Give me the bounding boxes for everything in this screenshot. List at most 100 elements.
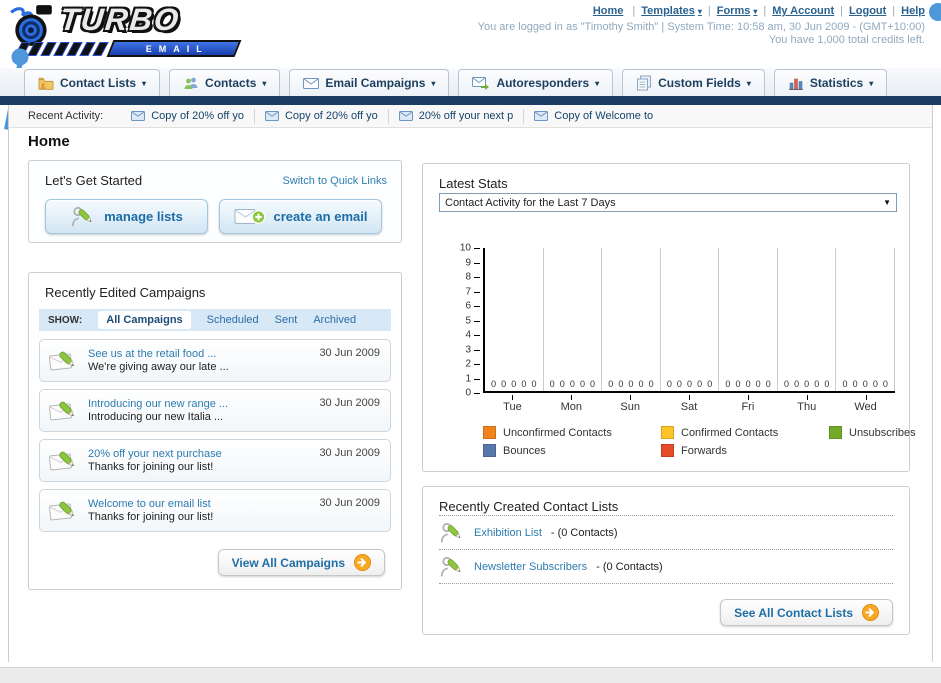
filter-all-campaigns[interactable]: All Campaigns bbox=[98, 311, 191, 329]
header-link-templates[interactable]: Templates ▾ bbox=[641, 5, 702, 17]
header-link-my-account[interactable]: My Account bbox=[772, 5, 834, 17]
campaign-list: See us at the retail food ... We're givi… bbox=[39, 339, 391, 539]
bar-value-label: 0 bbox=[735, 379, 741, 389]
turbo-email-dashboard: TURBO EMAIL Home | Templates ▾ | Forms ▾ |… bbox=[0, 0, 941, 683]
filter-sent[interactable]: Sent bbox=[275, 314, 298, 326]
y-tick-mark bbox=[474, 349, 480, 351]
x-tick-label: Tue bbox=[483, 395, 542, 413]
nav-tab-email-campaigns[interactable]: Email Campaigns ▾ bbox=[289, 69, 450, 96]
campaign-date: 30 Jun 2009 bbox=[319, 347, 380, 359]
annotation-bubble-right bbox=[929, 3, 941, 21]
chart-day-group: 00000 bbox=[544, 248, 603, 391]
bar-value-label: 0 bbox=[511, 379, 517, 389]
contact-activity-chart: 0 1 2 3 4 5 6 7 8 9 10 000000000000000000000000000… bbox=[439, 240, 897, 420]
see-all-contact-lists-button[interactable]: See All Contact Lists bbox=[720, 599, 893, 626]
chart-day-group: 00000 bbox=[778, 248, 837, 391]
legend-label: Confirmed Contacts bbox=[681, 426, 779, 439]
header-link-help[interactable]: Help bbox=[901, 5, 925, 17]
bar-value-label: 0 bbox=[794, 379, 800, 389]
credits-text: You have 1,000 total credits left. bbox=[768, 34, 925, 46]
logo-subtitle: EMAIL bbox=[145, 43, 209, 54]
x-tick-label: Thu bbox=[777, 395, 836, 413]
recent-activity-item[interactable]: 20% off your next p bbox=[389, 108, 525, 124]
stats-report-dropdown[interactable]: Contact Activity for the Last 7 Days ▼ bbox=[439, 193, 897, 212]
recent-activity-item[interactable]: Copy of 20% off yo bbox=[255, 108, 389, 124]
contact-list-link[interactable]: Newsletter Subscribers bbox=[474, 561, 587, 573]
chart-plot: 00000000000000000000000000000000000 bbox=[483, 248, 896, 393]
bar-value-label: 0 bbox=[872, 379, 878, 389]
manage-lists-button[interactable]: manage lists bbox=[45, 199, 208, 234]
y-tick-mark bbox=[474, 306, 480, 307]
x-tick-label: Wed bbox=[836, 395, 895, 413]
bar-value-label: 0 bbox=[783, 379, 789, 389]
create-email-button[interactable]: create an email bbox=[219, 199, 382, 234]
bar-value-label: 0 bbox=[676, 379, 682, 389]
login-status-text: You are logged in as "Timothy Smith" | S… bbox=[477, 21, 925, 33]
contacts-icon bbox=[183, 76, 199, 90]
footer-band bbox=[0, 667, 941, 683]
legend-label: Forwards bbox=[681, 444, 727, 457]
bar-value-label: 0 bbox=[745, 379, 751, 389]
x-tick-label: Sat bbox=[660, 395, 719, 413]
recent-activity-item[interactable]: Copy of Welcome to bbox=[524, 109, 663, 124]
recent-activity-item[interactable]: Copy of 20% off yo bbox=[121, 108, 255, 124]
bar-value-label: 0 bbox=[765, 379, 771, 389]
nav-tab-custom-fields[interactable]: Custom Fields ▾ bbox=[622, 69, 765, 96]
campaign-title-link[interactable]: See us at the retail food ... bbox=[88, 348, 229, 360]
campaign-title-link[interactable]: Welcome to our email list bbox=[88, 498, 213, 510]
chart-day-group: 00000 bbox=[485, 248, 544, 391]
y-tick-label: 2 bbox=[465, 358, 471, 370]
bar-value-label: 0 bbox=[725, 379, 731, 389]
separator: | bbox=[632, 5, 636, 17]
x-tick-label: Sun bbox=[601, 395, 660, 413]
latest-stats-panel: Latest Stats Contact Activity for the La… bbox=[422, 163, 916, 472]
person-pencil-icon bbox=[70, 205, 96, 229]
envelope-plus-icon bbox=[234, 207, 266, 227]
campaign-title-link[interactable]: Introducing our new range ... bbox=[88, 398, 228, 410]
campaign-subtitle: We're giving away our late ... bbox=[88, 361, 229, 373]
person-pencil-icon bbox=[439, 555, 465, 579]
contact-lists-panel-title: Recently Created Contact Lists bbox=[439, 499, 619, 514]
arrow-circle-icon bbox=[862, 604, 879, 621]
header-link-home[interactable]: Home bbox=[593, 5, 627, 17]
y-tick-label: 3 bbox=[465, 344, 471, 355]
envelope-pencil-icon bbox=[49, 348, 79, 374]
turbo-email-logo[interactable]: TURBO EMAIL bbox=[8, 2, 248, 60]
contact-list-link[interactable]: Exhibition List bbox=[474, 527, 542, 539]
x-tick-label: Fri bbox=[718, 395, 777, 413]
filter-archived[interactable]: Archived bbox=[313, 314, 356, 326]
header-link-logout[interactable]: Logout bbox=[849, 5, 886, 17]
campaign-subtitle: Thanks for joining our list! bbox=[88, 511, 214, 523]
legend-item: Unsubscribes bbox=[829, 426, 916, 439]
documents-icon bbox=[636, 75, 652, 91]
y-tick-label: 0 bbox=[465, 387, 471, 399]
y-tick-label: 8 bbox=[465, 271, 471, 283]
campaign-title-link[interactable]: 20% off your next purchase bbox=[88, 448, 222, 460]
chart-day-group: 00000 bbox=[661, 248, 720, 391]
navy-divider-bar bbox=[0, 96, 941, 105]
chart-day-group: 00000 bbox=[836, 248, 896, 391]
envelope-icon bbox=[399, 111, 413, 121]
nav-tab-autoresponders[interactable]: Autoresponders ▾ bbox=[458, 69, 614, 96]
nav-tab-contacts[interactable]: Contacts ▾ bbox=[169, 69, 281, 96]
bar-value-label: 0 bbox=[697, 379, 703, 389]
contact-list-detail: - (0 Contacts) bbox=[596, 560, 663, 573]
y-tick-mark bbox=[474, 378, 480, 380]
legend-label: Unconfirmed Contacts bbox=[503, 426, 612, 439]
campaign-date: 30 Jun 2009 bbox=[319, 397, 380, 409]
view-all-campaigns-button[interactable]: View All Campaigns bbox=[217, 549, 385, 576]
legend-swatch bbox=[829, 426, 842, 439]
nav-tab-statistics[interactable]: Statistics ▾ bbox=[773, 69, 888, 96]
bar-value-label: 0 bbox=[521, 379, 527, 389]
header-link-forms[interactable]: Forms ▾ bbox=[717, 5, 758, 17]
bar-value-label: 0 bbox=[824, 379, 830, 389]
caret-down-icon: ▾ bbox=[697, 6, 702, 16]
dropdown-caret-icon: ▼ bbox=[883, 198, 891, 207]
filter-scheduled[interactable]: Scheduled bbox=[207, 314, 259, 326]
envelope-icon bbox=[534, 111, 548, 121]
switch-to-quick-links[interactable]: Switch to Quick Links bbox=[282, 175, 387, 187]
recently-created-contact-lists-panel: Recently Created Contact Lists Exhibitio… bbox=[422, 486, 910, 635]
bar-value-label: 0 bbox=[882, 379, 888, 389]
header-links: Home | Templates ▾ | Forms ▾ | My Account … bbox=[593, 5, 925, 17]
nav-tab-contact-lists[interactable]: Contact Lists ▾ bbox=[24, 69, 161, 96]
